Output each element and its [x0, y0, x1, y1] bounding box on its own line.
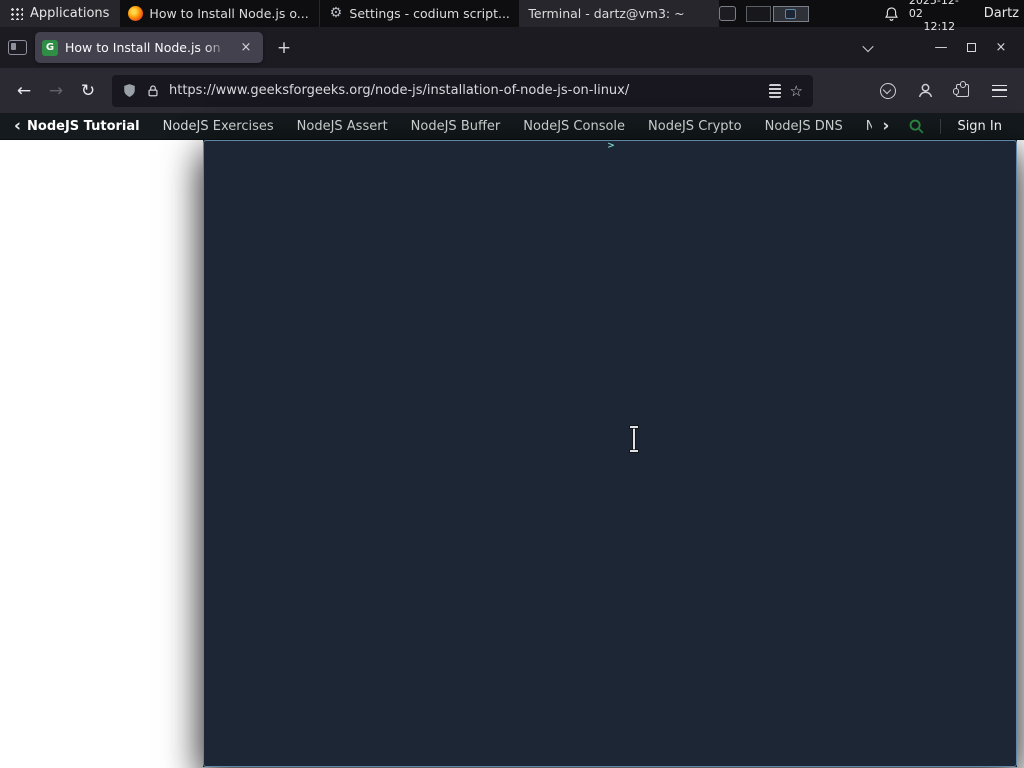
panel-username: Dartz [983, 6, 1019, 21]
pocket-icon[interactable] [873, 77, 903, 105]
account-icon[interactable] [910, 77, 940, 105]
nav-item-nodejs-exercises[interactable]: NodeJS Exercises [163, 119, 274, 134]
taskbar-item-label: Terminal - dartz@vm3: ~ [528, 6, 685, 21]
nav-item-nodejs-tutorial[interactable]: NodeJS Tutorial [27, 119, 140, 134]
mini-terminal-window-icon [785, 8, 797, 19]
taskbar-item-label: Settings - codium script... [349, 6, 510, 21]
menu-hamburger-icon[interactable] [984, 77, 1014, 105]
clock-time: 12:12 [923, 20, 956, 33]
panel-tray: 2025-12-02 12:12 Dartz [719, 0, 1024, 33]
tab-title: How to Install Node.js on [65, 40, 229, 55]
browser-tab-nodejs-install[interactable]: G How to Install Node.js on × [35, 32, 263, 63]
workspace-1[interactable] [745, 5, 771, 22]
top-panel: Applications How to Install Node.js o...… [0, 0, 1024, 767]
tracking-shield-icon[interactable] [122, 83, 137, 98]
tray-icon[interactable] [719, 6, 736, 21]
gfg-nav-right: › Sign In [878, 117, 1014, 135]
tabbar-right-controls: — × [854, 35, 1016, 61]
nav-scroll-right-icon[interactable]: › [878, 117, 893, 135]
tab-close-icon[interactable]: × [236, 38, 256, 58]
extensions-puzzle-icon[interactable] [947, 77, 977, 105]
browser-minimize-button[interactable]: — [926, 35, 956, 61]
applications-menu-button[interactable]: Applications [0, 0, 120, 27]
panel-clock[interactable]: 2025-12-02 12:12 [909, 0, 970, 33]
firefox-icon [128, 6, 144, 21]
navigation-toolbar: ← → ↻ https://www.geeksforgeeks.org/node… [0, 68, 1024, 113]
gfg-nav-items: NodeJS Tutorial NodeJS Exercises NodeJS As… [27, 119, 872, 134]
gfg-site-navbar: ‹ NodeJS Tutorial NodeJS Exercises NodeJS … [0, 113, 1024, 140]
browser-close-button[interactable]: × [986, 35, 1016, 61]
taskbar-item-label: How to Install Node.js o... [149, 6, 309, 21]
url-text: https://www.geeksforgeeks.org/node-js/in… [169, 83, 630, 98]
mouse-cursor [630, 426, 638, 452]
url-bar[interactable]: https://www.geeksforgeeks.org/node-js/in… [112, 74, 813, 107]
reader-mode-icon[interactable] [768, 83, 781, 98]
clock-date: 2025-12-02 [908, 0, 959, 20]
nav-item-nodejs-assert[interactable]: NodeJS Assert [297, 119, 388, 134]
list-all-tabs-icon[interactable] [854, 35, 882, 61]
nav-item-nodejs-dns[interactable]: NodeJS DNS [765, 119, 843, 134]
nav-item-nodejs-crypto[interactable]: NodeJS Crypto [648, 119, 742, 134]
workspace-switcher[interactable] [745, 5, 809, 22]
sign-in-button[interactable]: Sign In [940, 118, 1002, 134]
taskbar-item-terminal[interactable]: > Terminal - dartz@vm3: ~ [203, 0, 1017, 767]
forward-button: → [48, 80, 64, 101]
firefox-view-icon[interactable] [8, 40, 27, 55]
desktop: Applications How to Install Node.js o...… [0, 0, 1024, 768]
browser-maximize-button[interactable] [956, 35, 986, 61]
settings-icon: ⚙ [329, 5, 343, 21]
nav-item-nodejs-buffer[interactable]: NodeJS Buffer [411, 119, 501, 134]
lock-icon[interactable] [146, 84, 160, 98]
nav-scroll-left-icon[interactable]: ‹ [10, 117, 25, 135]
nav-item-node[interactable]: Node [866, 119, 873, 134]
applications-grid-icon [10, 7, 23, 20]
new-tab-button[interactable]: + [271, 35, 297, 61]
site-search-icon[interactable] [908, 118, 925, 135]
back-button[interactable]: ← [8, 76, 40, 106]
workspace-2[interactable] [772, 5, 809, 22]
geeksforgeeks-favicon: G [42, 39, 58, 56]
nav-item-nodejs-console[interactable]: NodeJS Console [523, 119, 625, 134]
tab-bar: G How to Install Node.js on × + — × [0, 27, 1024, 68]
taskbar-item-settings[interactable]: ⚙ Settings - codium script... [319, 0, 519, 27]
reload-button[interactable]: ↻ [72, 76, 104, 106]
notification-bell-icon[interactable] [884, 6, 899, 22]
applications-label: Applications [30, 6, 110, 21]
taskbar: How to Install Node.js o... ⚙ Settings - c… [119, 0, 1017, 767]
toolbar-right-icons [873, 77, 1016, 105]
bookmark-star-icon[interactable]: ☆ [790, 82, 803, 100]
taskbar-item-firefox[interactable]: How to Install Node.js o... [119, 0, 319, 27]
